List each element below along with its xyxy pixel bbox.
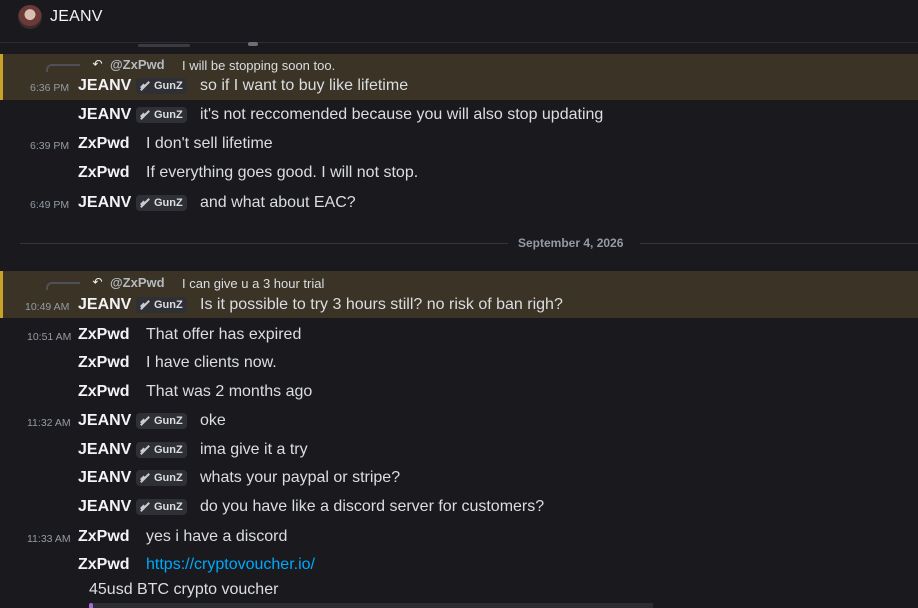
message-author[interactable]: ZxPwd [78,326,130,344]
message-link[interactable]: https://cryptovoucher.io/ [146,556,315,574]
date-divider-line [20,243,508,244]
reply-arrow-icon: ↶ [92,57,103,71]
sword-icon [139,415,151,427]
sword-icon [139,444,151,456]
message-content: Is it possible to try 3 hours still? no … [200,296,563,313]
clan-tag[interactable]: GunZ [136,195,187,211]
clan-tag-label: GunZ [154,472,183,484]
message-content: If everything goes good. I will not stop… [146,164,419,181]
message-author[interactable]: ZxPwd [78,556,130,574]
message-content: whats your paypal or stripe? [200,469,401,486]
message-content: and what about EAC? [200,194,356,211]
clan-tag[interactable]: GunZ [136,470,187,486]
message-content: ima give it a try [200,441,308,458]
message-content: That was 2 months ago [146,383,313,400]
message-author[interactable]: JEANV [78,296,131,314]
message-timestamp: 6:39 PM [30,140,70,152]
message-author[interactable]: ZxPwd [78,135,130,153]
message-content: yes i have a discord [146,528,288,545]
message-author[interactable]: JEANV [78,441,131,459]
clan-tag-label: GunZ [154,109,183,121]
channel-header: JEANV [0,0,918,38]
clan-tag-label: GunZ [154,299,183,311]
message-timestamp: 6:49 PM [30,199,70,211]
clan-tag-label: GunZ [154,501,183,513]
clan-tag[interactable]: GunZ [136,297,187,313]
message-author[interactable]: JEANV [78,469,131,487]
clan-tag[interactable]: GunZ [136,78,187,94]
clan-tag-label: GunZ [154,80,183,92]
reply-arrow-icon: ↶ [92,275,103,289]
clan-tag-label: GunZ [154,197,183,209]
message-author[interactable]: ZxPwd [78,528,130,546]
clan-tag[interactable]: GunZ [136,442,187,458]
clan-tag-label: GunZ [154,415,183,427]
reply-text[interactable]: I can give u a 3 hour trial [182,276,324,291]
sword-icon [139,80,151,92]
avatar[interactable] [18,5,42,29]
message-author[interactable]: JEANV [78,498,131,516]
message-content: That offer has expired [146,326,302,343]
message-content: I have clients now. [146,354,277,371]
clan-tag[interactable]: GunZ [136,107,187,123]
embed-card[interactable] [93,603,653,608]
message-timestamp: 11:32 AM [27,417,71,429]
clan-tag[interactable]: GunZ [136,413,187,429]
clan-tag[interactable]: GunZ [136,499,187,515]
channel-title[interactable]: JEANV [50,8,103,26]
cut-off-tag [138,44,190,47]
reply-author[interactable]: @ZxPwd [110,275,165,290]
clan-tag-label: GunZ [154,444,183,456]
message-author[interactable]: JEANV [78,77,131,95]
message-author[interactable]: ZxPwd [78,164,130,182]
sword-icon [139,109,151,121]
sword-icon [139,197,151,209]
message-timestamp: 6:36 PM [30,82,70,94]
header-divider [0,42,918,43]
message-timestamp: 10:51 AM [27,331,72,343]
message-content: so if I want to buy like lifetime [200,77,409,94]
message-content: 45usd BTC crypto voucher [89,581,279,598]
message-content: oke [200,412,226,429]
date-divider: September 4, 2026 [518,236,624,250]
cut-off-text [248,42,258,46]
message-timestamp: 11:33 AM [27,533,71,545]
message-timestamp: 10:49 AM [25,301,70,313]
message-author[interactable]: JEANV [78,194,131,212]
message-author[interactable]: JEANV [78,106,131,124]
message-content: do you have like a discord server for cu… [200,498,545,515]
reply-spine [46,64,80,72]
reply-spine [46,282,80,290]
message-author[interactable]: JEANV [78,412,131,430]
sword-icon [139,501,151,513]
message-content: it's not reccomended because you will al… [200,106,604,123]
sword-icon [139,299,151,311]
message-author[interactable]: ZxPwd [78,383,130,401]
date-divider-line [640,243,918,244]
dm-chat-window: JEANV ↶ @ZxPwd I will be stopping soon t… [0,0,918,608]
reply-author[interactable]: @ZxPwd [110,57,165,72]
message-author[interactable]: ZxPwd [78,354,130,372]
reply-text[interactable]: I will be stopping soon too. [182,58,335,73]
message-content: I don't sell lifetime [146,135,273,152]
sword-icon [139,472,151,484]
